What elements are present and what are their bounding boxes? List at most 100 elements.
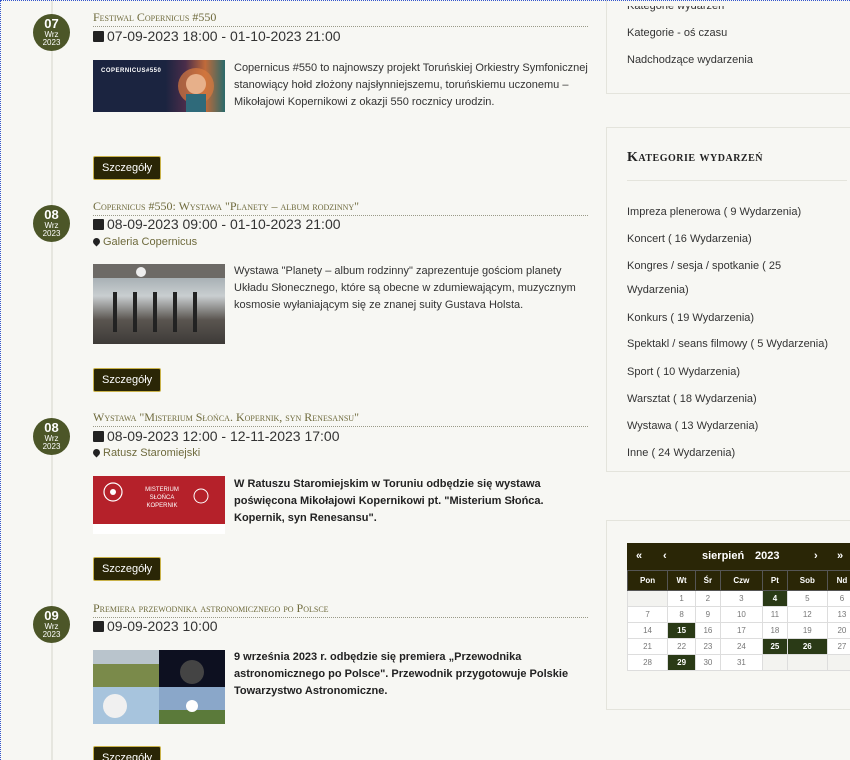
category-item[interactable]: Konkurs ( 19 Wydarzenia) bbox=[627, 305, 754, 331]
details-button[interactable]: Szczegóły bbox=[93, 746, 162, 760]
event-date: 08-09-2023 12:00 - 12-11-2023 17:00 bbox=[93, 428, 339, 444]
calendar-body: 1 2 3 4 5 6 7 8 9 10 11 12 13 14 15 16 17 18 19 20 21 22 23 24 2… bbox=[626, 590, 850, 671]
calendar-day: 3 bbox=[719, 590, 764, 607]
calendar-day: 28 bbox=[626, 654, 669, 671]
sidebar-link-upcoming[interactable]: Nadchodzące wydarzenia bbox=[627, 54, 753, 66]
badge-year: 2023 bbox=[42, 229, 61, 238]
calendar-day: 18 bbox=[762, 622, 788, 639]
event-date-text: 08-09-2023 12:00 - 12-11-2023 17:00 bbox=[107, 428, 340, 444]
badge-year: 2023 bbox=[42, 38, 61, 47]
event-thumbnail[interactable] bbox=[93, 264, 225, 344]
calendar-grid: Pon Wt Śr Czw Pt Sob Nd 1 2 3 4 5 6 7 8 9 10 11 12 13 14 15 1… bbox=[626, 570, 850, 671]
badge-day: 09 bbox=[44, 608, 59, 623]
event-description: Wystawa "Planety – album rodzinny" zapre… bbox=[234, 265, 576, 311]
event-description: W Ratuszu Staromiejskim w Toruniu odbędz… bbox=[234, 478, 544, 524]
calendar-empty-cell bbox=[786, 654, 828, 671]
calendar-year: 2023 bbox=[755, 550, 780, 562]
calendar-day: 21 bbox=[626, 638, 669, 655]
event-location: Galeria Copernicus bbox=[91, 236, 197, 248]
calendar-day: 5 bbox=[786, 590, 828, 607]
category-item[interactable]: Sport ( 10 Wydarzenia) bbox=[627, 359, 740, 385]
event-thumbnail[interactable] bbox=[93, 650, 225, 724]
calendar-day: 23 bbox=[695, 638, 721, 655]
details-button[interactable]: Szczegóły bbox=[93, 368, 162, 392]
category-item[interactable]: Koncert ( 16 Wydarzenia) bbox=[627, 226, 752, 252]
calendar-week: 14 15 16 17 18 19 20 bbox=[626, 622, 850, 639]
calendar: « ‹ sierpień 2023 › » Pon Wt Śr Czw Pt Sob Nd … bbox=[626, 543, 850, 671]
thumbnail-caption: MISTERIUM SŁOŃCA KOPERNIK bbox=[145, 487, 179, 509]
timeline-line bbox=[51, 0, 53, 760]
calendar-icon bbox=[93, 621, 104, 632]
calendar-day: 14 bbox=[626, 622, 669, 639]
calendar-empty-cell bbox=[626, 590, 669, 607]
event-thumbnail[interactable]: MISTERIUM SŁOŃCA KOPERNIK bbox=[93, 476, 225, 534]
calendar-icon bbox=[93, 431, 104, 442]
event-title[interactable]: Premiera przewodnika astronomicznego po … bbox=[93, 601, 588, 618]
category-item[interactable]: Impreza plenerowa ( 9 Wydarzenia) bbox=[627, 199, 801, 225]
calendar-day: 31 bbox=[719, 654, 764, 671]
weekday-header: Śr bbox=[695, 570, 721, 591]
calendar-day: 8 bbox=[667, 606, 697, 623]
calendar-day: 2 bbox=[695, 590, 721, 607]
category-item[interactable]: Spektakl / seans filmowy ( 5 Wydarzenia) bbox=[627, 331, 828, 357]
weekday-header: Pon bbox=[626, 570, 669, 591]
event-location-text[interactable]: Galeria Copernicus bbox=[103, 236, 197, 248]
calendar-header: « ‹ sierpień 2023 › » bbox=[627, 543, 850, 570]
badge-day: 07 bbox=[44, 16, 59, 31]
category-item[interactable]: Kongres / sesja / spotkanie ( 25 bbox=[627, 253, 781, 279]
calendar-event-day[interactable]: 29 bbox=[667, 654, 697, 671]
calendar-event-day[interactable]: 26 bbox=[786, 638, 828, 655]
badge-year: 2023 bbox=[42, 442, 61, 451]
calendar-day: 17 bbox=[719, 622, 764, 639]
calendar-day: 20 bbox=[826, 622, 850, 639]
event-location: Ratusz Staromiejski bbox=[91, 447, 200, 459]
calendar-icon bbox=[93, 31, 104, 42]
category-item[interactable]: Wystawa ( 13 Wydarzenia) bbox=[627, 413, 758, 439]
calendar-day: 10 bbox=[719, 606, 764, 623]
calendar-event-day[interactable]: 25 bbox=[762, 638, 788, 655]
date-badge: 08 Wrz 2023 bbox=[33, 418, 70, 455]
categories-title: Kategorie wydarzeń bbox=[627, 150, 763, 165]
prev-year-button[interactable]: « bbox=[636, 550, 642, 562]
event-title[interactable]: Festiwal Copernicus #550 bbox=[93, 10, 588, 27]
gallery-photo-graphic bbox=[93, 264, 225, 332]
calendar-day: 7 bbox=[626, 606, 669, 623]
sidebar-links-widget bbox=[606, 0, 850, 94]
calendar-day: 19 bbox=[786, 622, 828, 639]
sidebar-link-timeline[interactable]: Kategorie - oś czasu bbox=[627, 27, 727, 39]
calendar-empty-cell bbox=[826, 654, 850, 671]
badge-day: 08 bbox=[44, 207, 59, 222]
next-year-button[interactable]: » bbox=[837, 550, 843, 562]
calendar-icon bbox=[93, 219, 104, 230]
weekday-header: Czw bbox=[719, 570, 764, 591]
details-button[interactable]: Szczegóły bbox=[93, 557, 162, 581]
calendar-day: 9 bbox=[695, 606, 721, 623]
calendar-day: 24 bbox=[719, 638, 764, 655]
date-badge: 08 Wrz 2023 bbox=[33, 205, 70, 242]
weekday-header: Nd bbox=[826, 570, 850, 591]
weekday-header: Pt bbox=[762, 570, 788, 591]
calendar-week: 21 22 23 24 25 26 27 bbox=[626, 638, 850, 655]
event-title[interactable]: Wystawa "Misterium Słońca. Kopernik, syn… bbox=[93, 410, 588, 427]
calendar-day: 22 bbox=[667, 638, 697, 655]
weekday-row: Pon Wt Śr Czw Pt Sob Nd bbox=[626, 570, 850, 591]
category-item[interactable]: Warsztat ( 18 Wydarzenia) bbox=[627, 386, 757, 412]
calendar-day: 27 bbox=[826, 638, 850, 655]
next-month-button[interactable]: › bbox=[814, 550, 818, 562]
category-item[interactable]: Wydarzenia) bbox=[627, 277, 689, 303]
calendar-day: 13 bbox=[826, 606, 850, 623]
event-title[interactable]: Copernicus #550: Wystawa "Planety – albu… bbox=[93, 199, 588, 216]
calendar-day: 16 bbox=[695, 622, 721, 639]
calendar-event-day[interactable]: 15 bbox=[667, 622, 697, 639]
event-date-text: 07-09-2023 18:00 - 01-10-2023 21:00 bbox=[107, 28, 341, 44]
title-divider bbox=[627, 180, 847, 181]
calendar-event-day[interactable]: 4 bbox=[762, 590, 788, 607]
calendar-week: 28 29 30 31 bbox=[626, 654, 850, 671]
category-item[interactable]: Inne ( 24 Wydarzenia) bbox=[627, 440, 735, 466]
weekday-header: Wt bbox=[667, 570, 697, 591]
event-location-text[interactable]: Ratusz Staromiejski bbox=[103, 447, 200, 459]
details-button[interactable]: Szczegóły bbox=[93, 156, 162, 180]
event-thumbnail[interactable]: COPERNICUS#550 bbox=[93, 60, 225, 112]
prev-month-button[interactable]: ‹ bbox=[663, 550, 667, 562]
date-badge: 09 Wrz 2023 bbox=[33, 606, 70, 643]
